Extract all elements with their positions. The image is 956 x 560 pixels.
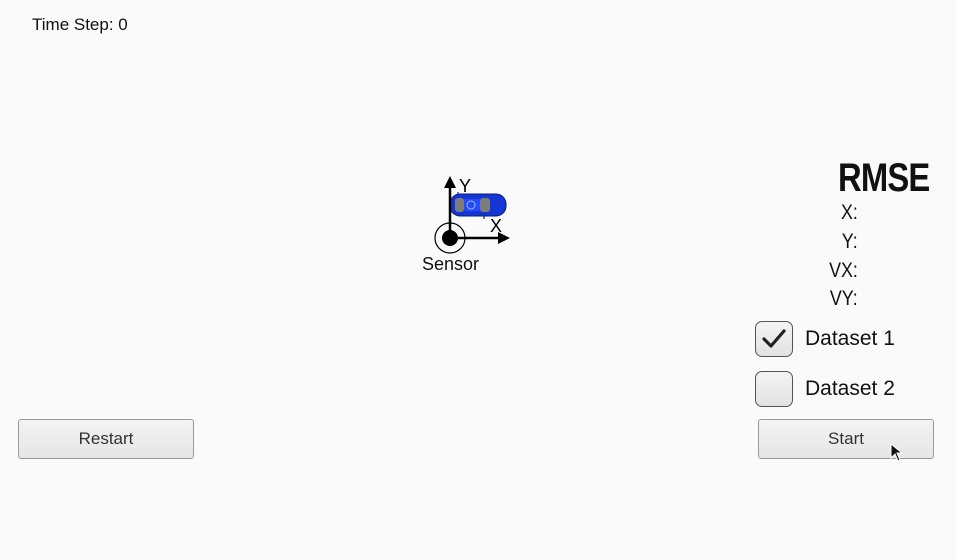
rmse-row-y: Y:	[842, 230, 858, 254]
rmse-title: RMSE	[838, 156, 930, 200]
sensor-label: Sensor	[422, 254, 480, 274]
start-button[interactable]: Start	[758, 419, 934, 459]
axis-y-label: Y	[459, 176, 471, 196]
checkmark-icon	[762, 329, 786, 348]
rmse-label-y: Y:	[842, 230, 858, 253]
rmse-label-vx: VX:	[829, 259, 858, 282]
time-step-display: Time Step: 0	[32, 15, 128, 35]
rmse-label-x: X:	[841, 201, 858, 224]
dataset-1-checkbox[interactable]	[755, 321, 793, 357]
dataset-2-label: Dataset 2	[805, 377, 895, 400]
dataset-2-checkbox[interactable]	[755, 371, 793, 407]
axis-x-label: X	[490, 216, 502, 236]
time-step-label: Time Step:	[32, 15, 119, 34]
rmse-row-x: X:	[841, 201, 858, 225]
time-step-value: 0	[118, 15, 128, 34]
dataset-2-option[interactable]: Dataset 2	[755, 369, 895, 409]
rmse-label-vy: VY:	[830, 287, 858, 310]
rmse-row-vy: VY:	[830, 287, 858, 311]
dataset-1-label: Dataset 1	[805, 327, 895, 350]
dataset-1-option[interactable]: Dataset 1	[755, 319, 895, 359]
restart-button[interactable]: Restart	[18, 419, 194, 459]
rmse-row-vx: VX:	[829, 259, 858, 283]
mouse-cursor-icon	[890, 443, 904, 462]
sensor-axes-icon: Y X	[434, 176, 510, 254]
car-icon	[449, 192, 507, 219]
simulation-scene: Y X Sensor	[418, 172, 518, 282]
